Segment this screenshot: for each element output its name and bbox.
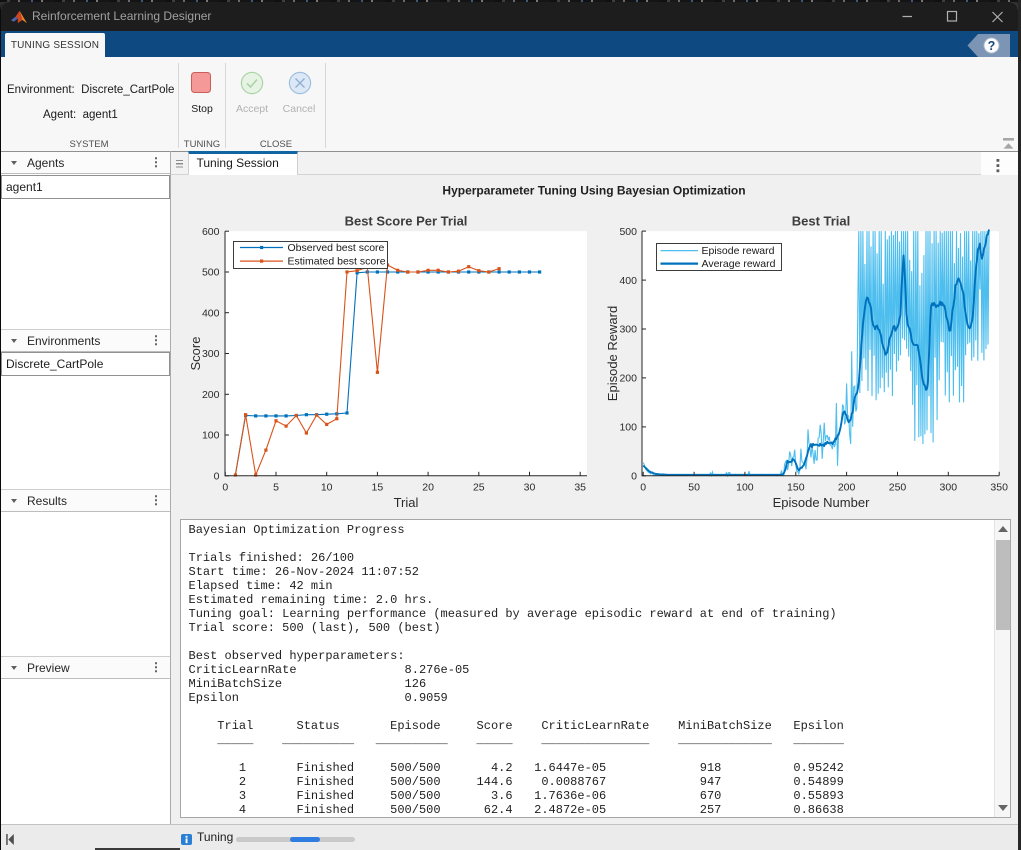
svg-text:150: 150: [787, 481, 805, 493]
svg-text:0: 0: [631, 470, 637, 482]
svg-text:200: 200: [619, 372, 637, 384]
svg-text:5: 5: [273, 481, 279, 493]
svg-text:600: 600: [202, 225, 220, 237]
svg-text:100: 100: [736, 481, 754, 493]
svg-text:200: 200: [838, 481, 856, 493]
svg-text:Episode Number: Episode Number: [773, 495, 870, 510]
svg-text:Best Trial: Best Trial: [792, 213, 851, 228]
svg-text:Hyperparameter Tuning Using Ba: Hyperparameter Tuning Using Bayesian Opt…: [442, 183, 745, 197]
svg-text:Trial: Trial: [394, 495, 419, 510]
svg-text:Observed best score: Observed best score: [288, 242, 385, 254]
svg-text:200: 200: [202, 389, 220, 401]
svg-text:0: 0: [640, 481, 646, 493]
svg-text:250: 250: [889, 481, 907, 493]
svg-text:Average reward: Average reward: [702, 258, 776, 270]
svg-text:35: 35: [574, 481, 586, 493]
svg-text:Score: Score: [188, 336, 203, 370]
svg-text:400: 400: [619, 274, 637, 286]
svg-text:300: 300: [202, 348, 220, 360]
svg-text:15: 15: [372, 481, 384, 493]
svg-text:25: 25: [473, 481, 485, 493]
svg-text:Episode reward: Episode reward: [702, 245, 775, 257]
svg-text:400: 400: [202, 307, 220, 319]
svg-text:50: 50: [688, 481, 700, 493]
svg-text:Episode Reward: Episode Reward: [605, 305, 620, 400]
svg-text:0: 0: [222, 481, 228, 493]
svg-text:10: 10: [321, 481, 333, 493]
svg-text:300: 300: [940, 481, 958, 493]
svg-text:300: 300: [619, 323, 637, 335]
svg-text:0: 0: [214, 470, 220, 482]
svg-text:350: 350: [990, 481, 1008, 493]
svg-text:100: 100: [202, 429, 220, 441]
svg-text:Best Score Per Trial: Best Score Per Trial: [345, 213, 468, 228]
svg-text:500: 500: [202, 266, 220, 278]
svg-text:?: ?: [988, 39, 996, 53]
svg-text:100: 100: [619, 421, 637, 433]
svg-text:20: 20: [422, 481, 434, 493]
svg-text:Estimated best score: Estimated best score: [288, 255, 386, 267]
svg-text:30: 30: [524, 481, 536, 493]
svg-text:500: 500: [619, 225, 637, 237]
